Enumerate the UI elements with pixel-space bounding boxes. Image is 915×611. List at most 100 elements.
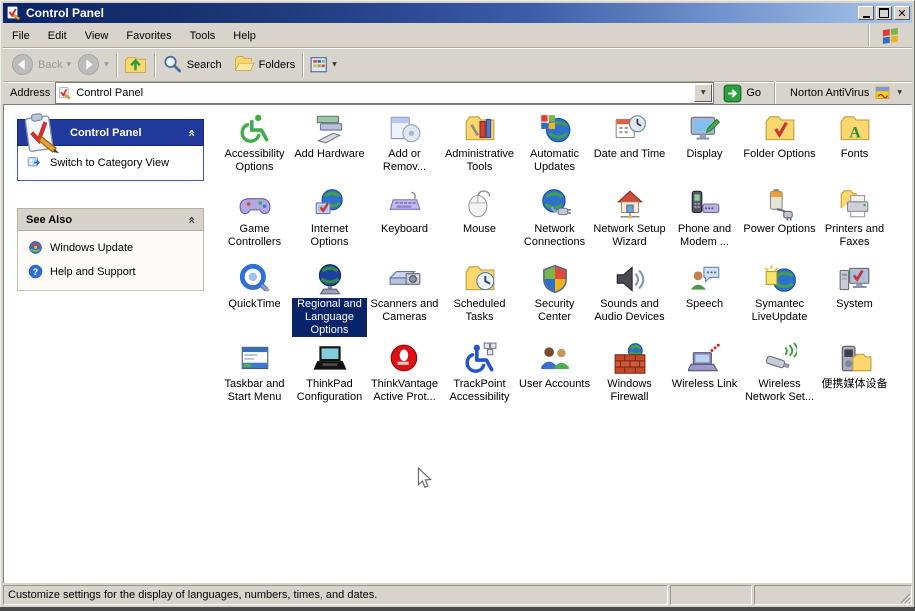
- views-button[interactable]: ▼: [307, 49, 340, 81]
- up-folder-icon: [124, 53, 147, 76]
- scheduled-tasks-item[interactable]: Scheduled Tasks: [442, 257, 517, 337]
- icon-label: ThinkPad Configuration: [293, 378, 367, 404]
- collapse-chevron-icon[interactable]: «: [185, 129, 199, 137]
- icon-label: Network Connections: [518, 223, 592, 249]
- views-dropdown-icon[interactable]: ▼: [332, 62, 337, 68]
- mouse-item[interactable]: Mouse: [442, 182, 517, 257]
- go-label: Go: [746, 87, 761, 99]
- icon-label: Mouse: [463, 223, 496, 236]
- network-setup-wizard-item[interactable]: Network Setup Wizard: [592, 182, 667, 257]
- search-icon: [162, 54, 183, 75]
- speech-item[interactable]: Speech: [667, 257, 742, 337]
- wireless-network-set-item[interactable]: Wireless Network Set...: [742, 337, 817, 415]
- icon-label: Add Hardware: [294, 148, 364, 161]
- icon-label: Symantec LiveUpdate: [743, 298, 817, 324]
- trackpoint-accessibility-item[interactable]: TrackPoint Accessibility: [442, 337, 517, 415]
- phone-and-modem-item[interactable]: Phone and Modem ...: [667, 182, 742, 257]
- icon-label: Speech: [686, 298, 723, 311]
- user-accounts-item[interactable]: User Accounts: [517, 337, 592, 415]
- address-dropdown-button[interactable]: ▼: [694, 84, 712, 102]
- control-panel-logo-icon: [18, 112, 60, 154]
- menu-view[interactable]: View: [76, 26, 118, 46]
- menu-tools[interactable]: Tools: [181, 26, 225, 46]
- back-dropdown-icon[interactable]: ▼: [66, 62, 71, 68]
- minimize-button[interactable]: [858, 6, 874, 20]
- automatic-updates-item[interactable]: Automatic Updates: [517, 107, 592, 182]
- folders-button[interactable]: Folders: [231, 49, 299, 81]
- folder-view: Control Panel « Switch to Category View …: [3, 104, 912, 584]
- taskbar-and-start-menu-icon: [238, 342, 272, 376]
- forward-dropdown-icon[interactable]: ▼: [104, 62, 109, 68]
- add-or-remov-item[interactable]: Add or Remov...: [367, 107, 442, 182]
- go-button[interactable]: Go: [719, 84, 765, 103]
- switch-to-category-view-link[interactable]: Switch to Category View: [27, 155, 199, 171]
- symantec-liveupdate-item[interactable]: Symantec LiveUpdate: [742, 257, 817, 337]
- thinkpad-configuration-item[interactable]: ThinkPad Configuration: [292, 337, 367, 415]
- see-also-panel-header[interactable]: See Also «: [17, 208, 204, 231]
- menu-favorites[interactable]: Favorites: [117, 26, 180, 46]
- sounds-and-audio-devices-item[interactable]: Sounds and Audio Devices: [592, 257, 667, 337]
- folders-label: Folders: [259, 59, 296, 71]
- back-button[interactable]: Back ▼: [8, 49, 74, 81]
- thinkvantage-active-prot-item[interactable]: ThinkVantage Active Prot...: [367, 337, 442, 415]
- resize-grip[interactable]: [898, 591, 911, 604]
- administrative-tools-item[interactable]: Administrative Tools: [442, 107, 517, 182]
- scheduled-tasks-icon: [463, 262, 497, 296]
- search-button[interactable]: Search: [159, 49, 225, 81]
- help-and-support-link[interactable]: ?Help and Support: [28, 264, 199, 279]
- regional-and-language-options-item[interactable]: Regional and Language Options: [292, 257, 367, 337]
- display-item[interactable]: Display: [667, 107, 742, 182]
- icon-label: Administrative Tools: [443, 148, 517, 174]
- menu-bar: FileEditViewFavoritesToolsHelp: [3, 24, 912, 48]
- power-options-item[interactable]: Power Options: [742, 182, 817, 257]
- wireless-link-item[interactable]: Wireless Link: [667, 337, 742, 415]
- accessibility-options-item[interactable]: Accessibility Options: [217, 107, 292, 182]
- icon-label: Automatic Updates: [518, 148, 592, 174]
- forward-button[interactable]: ▼: [74, 49, 112, 81]
- menu-edit[interactable]: Edit: [39, 26, 76, 46]
- network-connections-item[interactable]: Network Connections: [517, 182, 592, 257]
- icon-label: Power Options: [743, 223, 815, 236]
- printers-and-faxes-icon: [838, 187, 872, 221]
- fonts-icon: A: [838, 112, 872, 146]
- security-center-icon: [538, 262, 572, 296]
- close-button[interactable]: ✕: [894, 6, 910, 20]
- system-icon: [838, 262, 872, 296]
- mouse-cursor: [417, 467, 432, 493]
- address-input[interactable]: Control Panel ▼: [55, 82, 714, 104]
- icon-label: Folder Options: [743, 148, 815, 161]
- game-controllers-item[interactable]: Game Controllers: [217, 182, 292, 257]
- quicktime-item[interactable]: QuickTime: [217, 257, 292, 337]
- address-label: Address: [10, 87, 50, 99]
- taskbar-and-start-menu-item[interactable]: Taskbar and Start Menu: [217, 337, 292, 415]
- windows-firewall-item[interactable]: Windows Firewall: [592, 337, 667, 415]
- icon-label: Display: [686, 148, 722, 161]
- collapse-chevron-icon[interactable]: «: [185, 216, 199, 224]
- scanners-and-cameras-icon: [388, 262, 422, 296]
- norton-dropdown-icon[interactable]: ▼: [897, 90, 902, 96]
- portable-media-devices-item[interactable]: 便携媒体设备: [817, 337, 892, 415]
- printers-and-faxes-item[interactable]: Printers and Faxes: [817, 182, 892, 257]
- go-icon: [723, 84, 742, 103]
- menu-help[interactable]: Help: [224, 26, 265, 46]
- date-and-time-item[interactable]: Date and Time: [592, 107, 667, 182]
- menu-file[interactable]: File: [3, 26, 39, 46]
- keyboard-item[interactable]: Keyboard: [367, 182, 442, 257]
- folder-options-item[interactable]: Folder Options: [742, 107, 817, 182]
- internet-options-item[interactable]: Internet Options: [292, 182, 367, 257]
- add-hardware-item[interactable]: Add Hardware: [292, 107, 367, 182]
- icon-label: System: [836, 298, 873, 311]
- automatic-updates-icon: [538, 112, 572, 146]
- maximize-button[interactable]: [876, 6, 892, 20]
- norton-antivirus-icon: [875, 85, 891, 101]
- windows-update-link[interactable]: Windows Update: [28, 240, 199, 255]
- scanners-and-cameras-item[interactable]: Scanners and Cameras: [367, 257, 442, 337]
- security-center-item[interactable]: Security Center: [517, 257, 592, 337]
- icon-label: QuickTime: [228, 298, 280, 311]
- system-item[interactable]: System: [817, 257, 892, 337]
- wireless-network-setup-icon: [763, 342, 797, 376]
- up-button[interactable]: [121, 49, 150, 81]
- norton-antivirus-button[interactable]: Norton AntiVirus ▼: [784, 85, 908, 101]
- see-also-item-label: Help and Support: [50, 266, 136, 278]
- fonts-item[interactable]: AFonts: [817, 107, 892, 182]
